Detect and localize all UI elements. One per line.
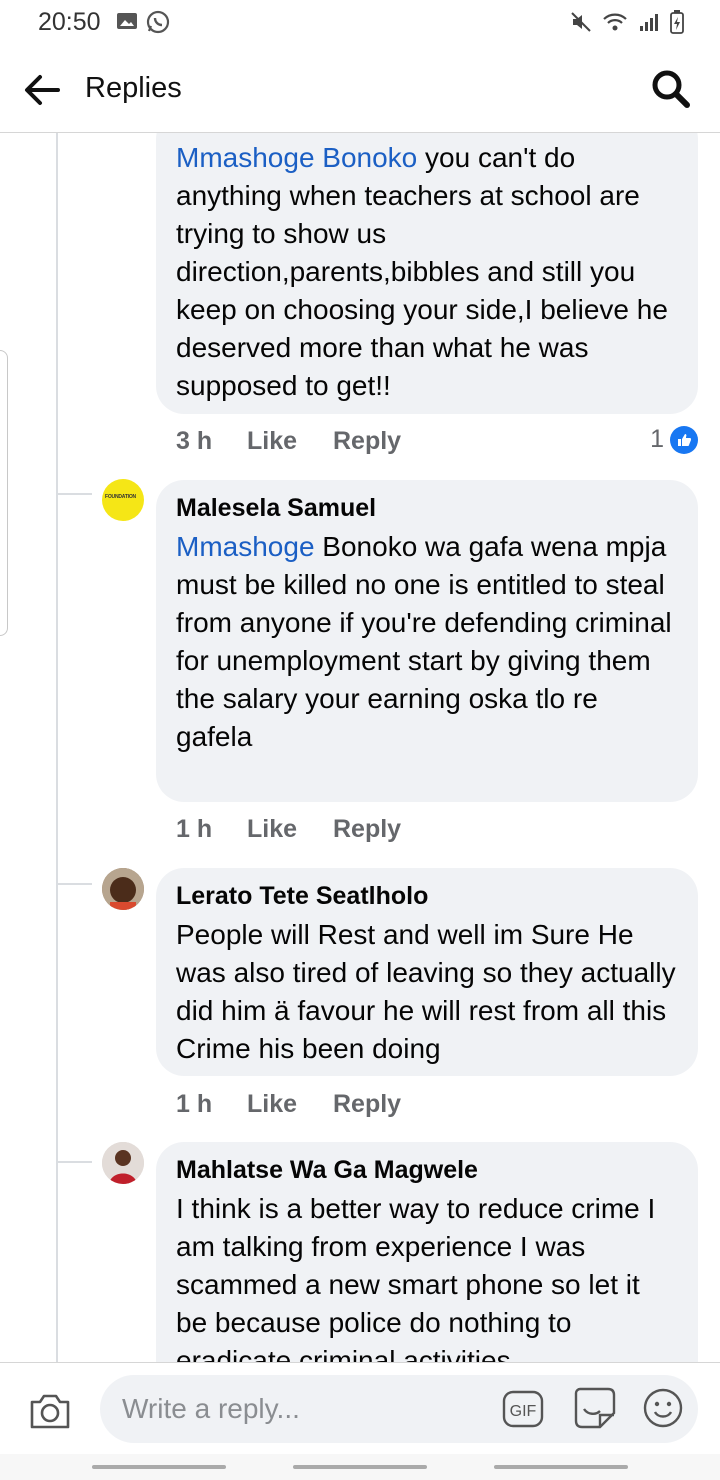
reply-connector (58, 493, 92, 495)
reply-connector (58, 1161, 92, 1163)
like-icon (670, 425, 698, 454)
back-arrow-icon[interactable] (20, 68, 64, 112)
comment-bubble[interactable]: Mahlatse Wa Ga Magwele I think is a bett… (156, 1142, 698, 1362)
mention-link[interactable]: Mmashoge (176, 531, 315, 562)
comment-actions: 3 h Like Reply (176, 427, 401, 456)
like-button[interactable]: Like (247, 1090, 333, 1119)
reaction-count[interactable]: 1 (650, 425, 698, 454)
gallery-notification-icon (117, 13, 137, 29)
comment-time: 3 h (176, 427, 213, 455)
avatar[interactable] (102, 868, 144, 910)
comment-author[interactable]: Malesela Samuel (176, 494, 678, 523)
reply-composer: Write a reply... GIF (0, 1362, 720, 1455)
comment-time: 1 h (176, 815, 213, 843)
comment-bubble[interactable]: Lerato Tete Seatlholo People will Rest a… (156, 868, 698, 1076)
battery-icon (670, 10, 684, 34)
nav-recents[interactable] (92, 1465, 226, 1469)
status-time: 20:50 (38, 8, 101, 36)
mute-icon (571, 12, 591, 32)
svg-text:GIF: GIF (510, 1403, 537, 1420)
comment-text: I think is a better way to reduce crime … (176, 1193, 656, 1362)
comment-text: People will Rest and well im Sure He was… (176, 919, 676, 1064)
comment-author[interactable]: Mahlatse Wa Ga Magwele (176, 1156, 678, 1185)
status-bar: 20:50 (0, 0, 720, 48)
comment-text: Mmashoge Bonoko you can't do anything wh… (176, 142, 668, 401)
gif-icon[interactable]: GIF (502, 1389, 544, 1429)
notification-icons (116, 10, 170, 34)
avatar[interactable] (102, 1142, 144, 1184)
reply-button[interactable]: Reply (333, 815, 401, 844)
like-button[interactable]: Like (247, 427, 333, 456)
page-title: Replies (85, 72, 182, 104)
wifi-icon (603, 13, 627, 31)
nav-back[interactable] (494, 1465, 628, 1469)
camera-icon[interactable] (28, 1391, 72, 1431)
reply-placeholder: Write a reply... (122, 1393, 300, 1424)
comment-time: 1 h (176, 1090, 213, 1118)
reply-button[interactable]: Reply (333, 427, 401, 456)
reply-button[interactable]: Reply (333, 1090, 401, 1119)
avatar[interactable]: FOUNDATION (102, 479, 144, 521)
emoji-icon[interactable] (642, 1387, 684, 1429)
search-icon[interactable] (650, 68, 692, 110)
whatsapp-notification-icon (146, 10, 170, 34)
thread-line (56, 133, 58, 1362)
comment-actions: 1 h Like Reply (176, 815, 401, 844)
signal-icon (640, 14, 658, 31)
app-header: Replies (0, 48, 720, 133)
system-nav-bar (0, 1454, 720, 1480)
reply-connector (58, 883, 92, 885)
sticker-icon[interactable] (572, 1385, 616, 1431)
comment-text: Mmashoge Bonoko wa gafa wena mpja must b… (176, 531, 672, 752)
comment-author[interactable]: Lerato Tete Seatlholo (176, 882, 678, 911)
reply-input[interactable]: Write a reply... GIF (100, 1375, 698, 1443)
mention-link[interactable]: Mmashoge Bonoko (176, 142, 417, 173)
replies-thread[interactable]: Mmashoge Bonoko you can't do anything wh… (0, 133, 720, 1362)
comment-bubble[interactable]: Malesela Samuel Mmashoge Bonoko wa gafa … (156, 480, 698, 802)
scroll-edge (0, 350, 8, 636)
comment-bubble[interactable]: Mmashoge Bonoko you can't do anything wh… (156, 133, 698, 414)
like-button[interactable]: Like (247, 815, 333, 844)
profile-photo (102, 1142, 144, 1184)
profile-photo (102, 868, 144, 910)
system-icons (570, 10, 684, 34)
nav-home[interactable] (293, 1465, 427, 1469)
comment-actions: 1 h Like Reply (176, 1090, 401, 1119)
